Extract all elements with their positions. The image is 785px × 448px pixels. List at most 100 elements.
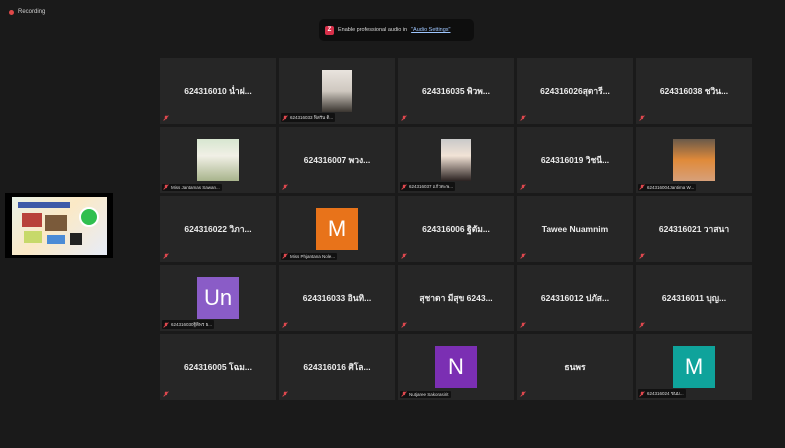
participant-name: 624316004Jantima W... (647, 185, 695, 190)
muted-mic-icon (282, 184, 288, 190)
avatar-initial: N (435, 346, 477, 388)
participant-name: 624316012 ปภัส... (540, 293, 610, 303)
participant-name: สุชาดา มีสุข 6243... (419, 293, 493, 303)
shared-qr-block (69, 232, 82, 245)
muted-mic-icon (401, 184, 407, 190)
audio-notification-banner: Z Enable professional audio in "Audio Se… (319, 19, 474, 41)
participant-name: Tawee Nuamnim (541, 224, 609, 234)
shared-image-block (21, 212, 42, 227)
muted-mic-icon (639, 253, 645, 259)
shared-image-block (44, 214, 67, 231)
muted-mic-icon (282, 253, 288, 259)
participant-gallery: 624316010 น่ำฝ... 624316033 ฟิสรัน ดิ... 6… (160, 58, 752, 400)
participant-tile[interactable]: 624316011 บุญ... (636, 265, 752, 331)
participant-tile[interactable]: 624316019 วิชนี... (517, 127, 633, 193)
participant-tile[interactable]: 624316004Jantima W... (636, 127, 752, 193)
avatar-initial: M (316, 208, 358, 250)
participant-tile[interactable]: 624316021 วาสนา (636, 196, 752, 262)
participant-tile[interactable]: 624316010 น่ำฝ... (160, 58, 276, 124)
recording-indicator[interactable]: Recording (9, 9, 45, 15)
participant-video-thumbnail (197, 139, 239, 181)
participant-label: 624316004Jantima W... (638, 184, 697, 191)
participant-video-thumbnail (441, 139, 471, 181)
muted-mic-icon (282, 391, 288, 397)
banner-text: Enable professional audio in (338, 27, 408, 33)
muted-mic-icon (639, 184, 645, 190)
audio-settings-link[interactable]: "Audio Settings" (411, 27, 450, 33)
participant-tile[interactable]: 624316006 ฐิตัม... (398, 196, 514, 262)
participant-name: 624316024 ชนม... (647, 391, 684, 396)
participant-name: 624316035 พิวพ... (422, 86, 490, 96)
participant-tile[interactable]: 624316026สุดารี... (517, 58, 633, 124)
muted-mic-icon (401, 322, 407, 328)
participant-tile[interactable]: Tawee Nuamnim (517, 196, 633, 262)
participant-video-thumbnail (673, 139, 715, 181)
participant-tile[interactable]: 624316038 ชวิน... (636, 58, 752, 124)
participant-tile[interactable]: 624316033 อินทิ... (279, 265, 395, 331)
muted-mic-icon (520, 253, 526, 259)
recording-label: Recording (18, 9, 46, 15)
participant-name: 624316021 วาสนา (658, 224, 730, 234)
muted-mic-icon (163, 322, 169, 328)
participant-tile[interactable]: 624316033 ฟิสรัน ดิ... (279, 58, 395, 124)
participant-tile[interactable]: 624316035 พิวพ... (398, 58, 514, 124)
participant-label: Miss Phjantana Nole... (281, 253, 338, 260)
participant-name: 624316030ฐิติพร ธ... (171, 322, 213, 327)
participant-name: 624316019 วิชนี... (540, 155, 610, 165)
muted-mic-icon (163, 391, 169, 397)
participant-name: 624316016 ศิโล... (303, 362, 371, 372)
muted-mic-icon (520, 322, 526, 328)
participant-tile[interactable]: Un 624316030ฐิติพร ธ... (160, 265, 276, 331)
participant-tile[interactable]: Miss Jantamas Sawan... (160, 127, 276, 193)
participant-name: 624316006 ฐิตัม... (422, 224, 490, 234)
shared-image-block (46, 234, 65, 244)
participant-name: 624316033 ฟิสรัน ดิ... (290, 115, 334, 120)
shared-title-bar (17, 201, 70, 208)
shared-screen-thumbnail[interactable] (5, 193, 113, 258)
participant-label: 624316030ฐิติพร ธ... (162, 320, 215, 329)
participant-name: 624316007 พวง... (303, 155, 371, 165)
participant-tile[interactable]: 624316005 โฉม... (160, 334, 276, 400)
muted-mic-icon (282, 115, 288, 121)
participant-tile[interactable]: 624316037 แก้วตะพ... (398, 127, 514, 193)
muted-mic-icon (520, 115, 526, 121)
muted-mic-icon (401, 391, 407, 397)
line-logo-icon (78, 206, 99, 227)
recording-dot-icon (9, 9, 14, 15)
zoom-app-icon: Z (325, 25, 334, 35)
participant-tile[interactable]: 624316016 ศิโล... (279, 334, 395, 400)
participant-name: ธนพร (564, 362, 586, 372)
participant-label: 624316033 ฟิสรัน ดิ... (281, 113, 336, 122)
shared-screen-content (11, 196, 107, 255)
muted-mic-icon (639, 322, 645, 328)
participant-name: Nutjaree Sakorasirit (409, 392, 449, 397)
muted-mic-icon (163, 253, 169, 259)
participant-tile[interactable]: ธนพร (517, 334, 633, 400)
participant-name: Miss Phjantana Nole... (290, 254, 336, 259)
participant-name: 624316011 บุญ... (661, 293, 727, 303)
participant-tile[interactable]: 624316007 พวง... (279, 127, 395, 193)
avatar-initial: M (673, 346, 715, 388)
muted-mic-icon (520, 391, 526, 397)
participant-name: 624316033 อินทิ... (302, 293, 372, 303)
participant-tile[interactable]: 624316022 วิภา... (160, 196, 276, 262)
muted-mic-icon (401, 115, 407, 121)
participant-tile[interactable]: M 624316024 ชนม... (636, 334, 752, 400)
muted-mic-icon (401, 253, 407, 259)
avatar-initial: Un (197, 277, 239, 319)
participant-name: 624316037 แก้วตะพ... (409, 184, 453, 189)
participant-label: Nutjaree Sakorasirit (400, 391, 451, 398)
participant-tile[interactable]: N Nutjaree Sakorasirit (398, 334, 514, 400)
muted-mic-icon (639, 115, 645, 121)
participant-name: 624316022 วิภา... (184, 224, 252, 234)
participant-label: 624316037 แก้วตะพ... (400, 182, 455, 191)
muted-mic-icon (639, 391, 645, 397)
participant-label: Miss Jantamas Sawan... (162, 184, 222, 191)
participant-tile[interactable]: M Miss Phjantana Nole... (279, 196, 395, 262)
participant-name: Miss Jantamas Sawan... (171, 185, 220, 190)
participant-video-thumbnail (322, 70, 352, 112)
muted-mic-icon (163, 115, 169, 121)
shared-image-block (23, 230, 42, 243)
participant-tile[interactable]: สุชาดา มีสุข 6243... (398, 265, 514, 331)
participant-tile[interactable]: 624316012 ปภัส... (517, 265, 633, 331)
